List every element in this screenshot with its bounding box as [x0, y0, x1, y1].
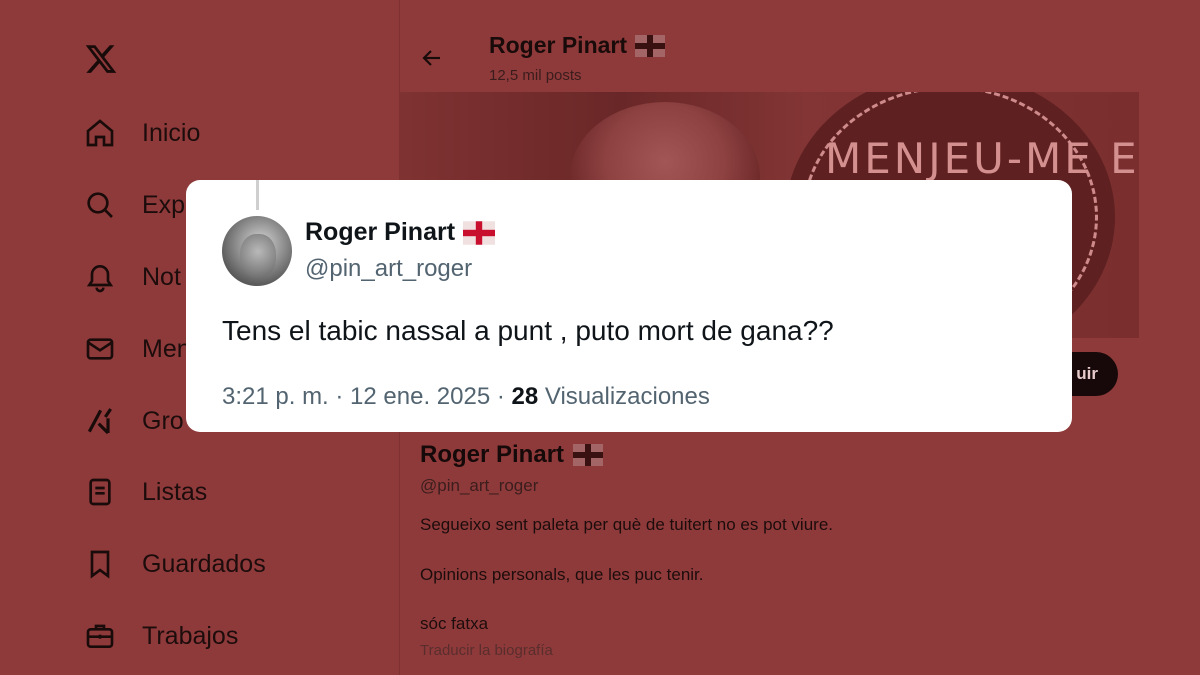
cross-flag-icon	[573, 444, 604, 466]
list-icon	[89, 478, 111, 506]
sidebar-item-guardados[interactable]: Guardados	[84, 544, 266, 584]
tweet-text: Tens el tabic nassal a punt , puto mort …	[222, 315, 834, 346]
cross-flag-icon	[635, 34, 666, 57]
banner-text: MENJEU-ME ELS	[825, 134, 1139, 183]
bio-line: sóc fatxa	[420, 614, 489, 633]
sidebar-item-label: Exp	[142, 190, 186, 219]
grok-icon	[87, 408, 112, 435]
bell-icon	[86, 265, 114, 293]
profile-handle: @pin_art_roger	[420, 476, 539, 495]
sidebar-item-mensajes[interactable]: Men	[84, 329, 191, 369]
sidebar-item-trabajos[interactable]: Trabajos	[84, 616, 238, 656]
sidebar-item-notificaciones[interactable]: Not	[84, 257, 181, 297]
header-name: Roger Pinart	[489, 32, 628, 58]
sidebar-item-label: Men	[142, 334, 191, 363]
sidebar-item-label: Not	[142, 262, 181, 291]
avatar-face	[240, 234, 276, 278]
bio-line: Opinions personals, que les puc tenir.	[420, 565, 704, 584]
sidebar-item-label: Listas	[142, 477, 208, 506]
sidebar-item-grok[interactable]: Gro	[84, 401, 184, 441]
profile-name: Roger Pinart	[420, 441, 604, 469]
home-icon	[86, 119, 114, 147]
profile-name-text: Roger Pinart	[420, 441, 565, 468]
avatar[interactable]	[222, 216, 292, 286]
bookmark-icon	[90, 550, 110, 579]
bio-line: Segueixo sent paleta per què de tuitert …	[420, 515, 833, 534]
tweet-views-label: Visualizaciones	[538, 383, 710, 410]
sidebar-item-label: Trabajos	[142, 621, 239, 650]
back-button[interactable]	[416, 42, 448, 74]
x-logo-icon[interactable]	[84, 42, 118, 76]
sidebar-item-explorar[interactable]: Exp	[84, 185, 185, 225]
cross-flag-icon	[463, 220, 496, 245]
arrow-left-icon	[422, 50, 440, 66]
header-title: Roger Pinart	[489, 32, 666, 59]
tweet-author-name-text: Roger Pinart	[305, 218, 456, 246]
tweet-timestamp[interactable]: 3:21 p. m. · 12 ene. 2025 ·	[222, 383, 512, 410]
sidebar-item-label: Inicio	[142, 118, 201, 147]
thread-line	[256, 180, 259, 210]
tweet-meta: 3:21 p. m. · 12 ene. 2025 · 28 Visualiza…	[222, 383, 710, 411]
sidebar-item-label: Gro	[142, 406, 184, 435]
search-icon	[87, 192, 113, 218]
tweet-view-count: 28	[511, 383, 539, 410]
sidebar-item-listas[interactable]: Listas	[84, 472, 207, 512]
briefcase-icon	[86, 624, 114, 648]
mail-icon	[86, 338, 114, 360]
tweet-author-handle[interactable]: @pin_art_roger	[305, 255, 472, 283]
tweet-author-name[interactable]: Roger Pinart	[305, 218, 496, 247]
post-count: 12,5 mil posts	[489, 67, 582, 84]
sidebar-item-inicio[interactable]: Inicio	[84, 113, 200, 153]
translate-bio-link[interactable]: Traducir la biografía	[420, 642, 553, 659]
sidebar-item-label: Guardados	[142, 549, 266, 578]
